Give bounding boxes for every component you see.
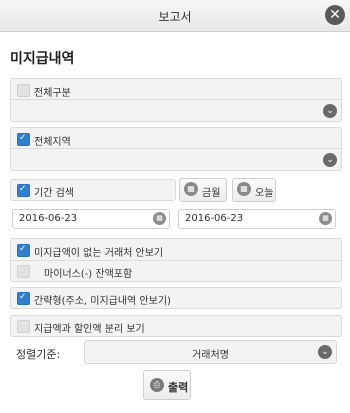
separate-view-panel: 지급액과 할인액 분리 보기 bbox=[10, 315, 342, 337]
chevron-down-icon: ⌄ bbox=[323, 153, 337, 167]
end-date-value: 2016-06-23 bbox=[185, 213, 244, 224]
simple-mode-panel: 간략형(주소, 미지급내역 안보기) bbox=[10, 287, 342, 309]
hide-no-unpaid-label: 미지급액이 없는 거래처 안보기 bbox=[34, 248, 164, 259]
simple-mode-checkbox[interactable] bbox=[17, 292, 30, 305]
period-checkbox[interactable] bbox=[17, 184, 30, 197]
chevron-down-icon: ⌄ bbox=[318, 345, 332, 359]
page-title: 미지급내역 bbox=[10, 51, 75, 67]
separate-view-checkbox[interactable] bbox=[17, 320, 30, 333]
end-date-input[interactable]: 2016-06-23 ▦ bbox=[178, 209, 336, 229]
calendar-icon: ▦ bbox=[237, 182, 251, 196]
start-date-input[interactable]: 2016-06-23 ▦ bbox=[12, 209, 170, 229]
all-category-label: 전체구분 bbox=[34, 88, 71, 99]
sort-select[interactable]: 거래처명 ⌄ bbox=[84, 340, 337, 364]
unpaid-options-panel: 미지급액이 없는 거래처 안보기 마이너스(-) 잔액포함 bbox=[10, 238, 342, 282]
category-select[interactable]: ⌄ bbox=[11, 100, 341, 121]
window-title: 보고서 bbox=[158, 10, 192, 24]
print-icon: ⎙ bbox=[150, 378, 164, 392]
period-label: 기간 검색 bbox=[34, 188, 74, 199]
simple-mode-label: 간략형(주소, 미지급내역 안보기) bbox=[34, 296, 171, 307]
all-region-label: 전체지역 bbox=[34, 137, 71, 148]
category-panel: 전체구분 ⌄ bbox=[10, 78, 342, 122]
include-minus-checkbox[interactable] bbox=[17, 265, 30, 278]
all-category-checkbox[interactable] bbox=[17, 84, 30, 97]
print-button[interactable]: ⎙ 출력 bbox=[143, 370, 191, 400]
region-panel: 전체지역 ⌄ bbox=[10, 127, 342, 171]
separate-view-label: 지급액과 할인액 분리 보기 bbox=[34, 324, 145, 335]
today-button[interactable]: ▦ 오늘 bbox=[232, 178, 276, 202]
all-region-checkbox[interactable] bbox=[17, 133, 30, 146]
period-panel: 기간 검색 bbox=[10, 179, 176, 201]
include-minus-label: 마이너스(-) 잔액포함 bbox=[44, 269, 133, 280]
close-icon[interactable]: ✕ bbox=[325, 5, 345, 25]
calendar-icon[interactable]: ▦ bbox=[319, 212, 332, 225]
sort-value: 거래처명 bbox=[192, 350, 229, 361]
chevron-down-icon: ⌄ bbox=[323, 104, 337, 118]
region-select[interactable]: ⌄ bbox=[11, 149, 341, 170]
title-bar: 보고서 ✕ bbox=[0, 0, 350, 32]
sort-label: 정렬기준: bbox=[16, 348, 61, 361]
calendar-icon[interactable]: ▦ bbox=[153, 212, 166, 225]
this-month-button[interactable]: ▦ 금월 bbox=[179, 178, 227, 202]
divider bbox=[11, 260, 341, 261]
hide-no-unpaid-checkbox[interactable] bbox=[17, 244, 30, 257]
calendar-icon: ▦ bbox=[184, 182, 198, 196]
start-date-value: 2016-06-23 bbox=[19, 213, 78, 224]
